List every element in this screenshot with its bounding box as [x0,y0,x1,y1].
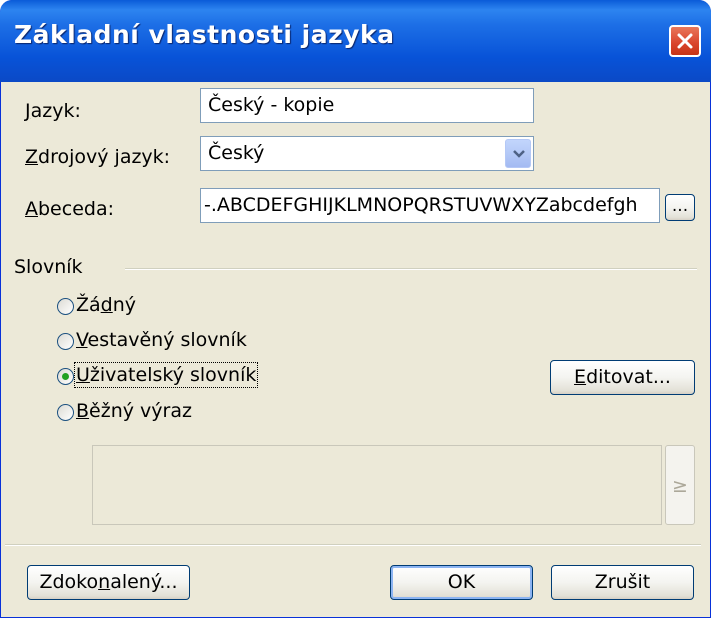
chevron-down-icon [513,150,525,158]
ok-button[interactable]: OK [390,565,533,600]
source-language-dropdown-button[interactable] [505,139,531,168]
source-language-label: Zdrojový jazyk: [25,146,171,168]
edit-dictionary-button[interactable]: Editovat... [550,360,695,395]
alphabet-input[interactable]: -.ABCDEFGHIJKLMNOPQRSTUVWXYZabcdefgh [200,188,660,223]
radio-none-label[interactable]: Žádný [76,294,136,316]
source-language-value: Český [208,142,265,164]
dialog-window: Základní vlastnosti jazyka Jazyk: Český … [0,0,711,618]
close-icon [677,33,693,49]
language-name-input[interactable]: Český - kopie [200,88,534,123]
alphabet-browse-button[interactable]: ... [665,194,695,221]
close-button[interactable] [669,25,701,57]
radio-none[interactable] [57,298,74,315]
footer-divider [5,544,701,546]
radio-user-dictionary-label[interactable]: Uživatelský slovník [73,362,259,388]
language-label: Jazyk: [25,100,81,122]
dictionary-group-divider [125,268,697,270]
dictionary-group-label: Slovník [14,256,83,278]
insert-regex-button: ≥ [665,445,695,525]
advanced-button[interactable]: Zdokonalený... [27,565,190,600]
window-title: Základní vlastnosti jazyka [14,20,395,49]
radio-builtin-dictionary[interactable] [57,333,74,350]
radio-user-dictionary[interactable] [57,368,74,385]
regex-input-area [92,445,662,525]
source-language-select[interactable]: Český [200,136,534,171]
alphabet-label: Abeceda: [25,198,114,220]
cancel-button[interactable]: Zrušit [551,565,694,600]
dialog-body: Jazyk: Český - kopie Zdrojový jazyk: Čes… [5,82,706,618]
radio-builtin-dictionary-label[interactable]: Vestavěný slovník [76,329,247,351]
radio-regular-expression[interactable] [57,404,74,421]
radio-regular-expression-label[interactable]: Běžný výraz [76,400,192,422]
title-bar[interactable]: Základní vlastnosti jazyka [0,0,711,82]
